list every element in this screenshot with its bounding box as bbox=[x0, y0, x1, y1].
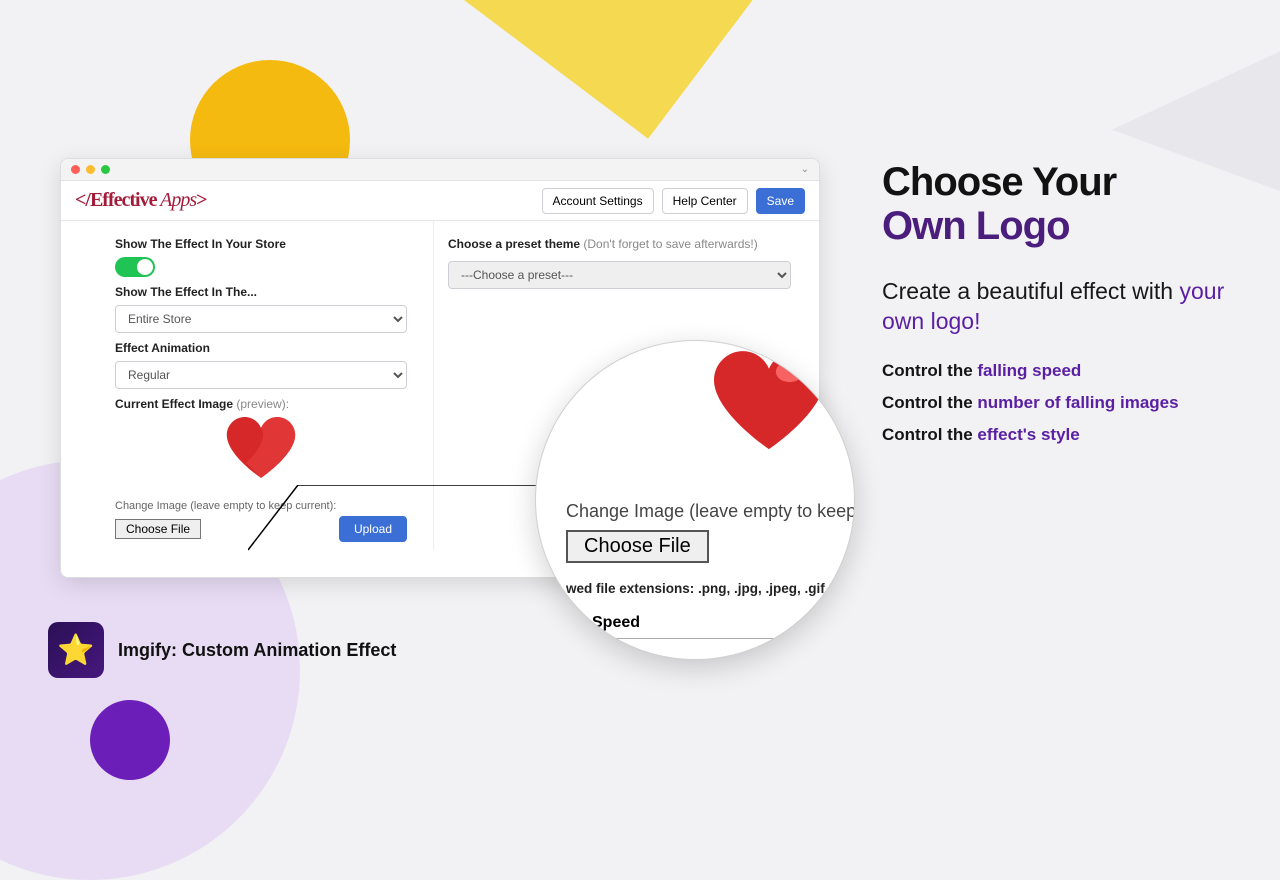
show-in-select[interactable]: Entire Store bbox=[115, 305, 407, 333]
zoom-heart-icon bbox=[714, 351, 824, 456]
zoom-lens: Change Image (leave empty to keep curren… bbox=[535, 340, 855, 660]
marketing-panel: Choose Your Own Logo Create a beautiful … bbox=[882, 160, 1262, 457]
window-maximize-icon[interactable] bbox=[101, 165, 110, 174]
bullet-list: Control the falling speed Control the nu… bbox=[882, 361, 1262, 445]
effect-animation-label: Effect Animation bbox=[115, 341, 407, 355]
upload-button[interactable]: Upload bbox=[339, 516, 407, 542]
help-center-button[interactable]: Help Center bbox=[662, 188, 748, 214]
heart-preview-icon bbox=[115, 417, 407, 484]
lead-text: Create a beautiful effect with your own … bbox=[882, 276, 1262, 337]
account-settings-button[interactable]: Account Settings bbox=[542, 188, 654, 214]
zoom-change-image-label: Change Image (leave empty to keep curren… bbox=[566, 501, 824, 522]
app-name: Imgify: Custom Animation Effect bbox=[118, 640, 396, 661]
app-toolbar: </Effective Apps> Account Settings Help … bbox=[61, 181, 819, 221]
zoom-choose-file-button[interactable]: Choose File bbox=[566, 530, 709, 563]
window-titlebar: ⌄ bbox=[61, 159, 819, 181]
current-image-label: Current Effect Image (preview): bbox=[115, 397, 407, 411]
zoom-divider bbox=[566, 638, 824, 639]
show-in-store-label: Show The Effect In Your Store bbox=[115, 237, 407, 251]
app-icon: ⭐ bbox=[48, 622, 104, 678]
chevron-down-icon[interactable]: ⌄ bbox=[801, 164, 809, 175]
zoom-speed-label: Speed bbox=[566, 614, 824, 632]
brand-logo: </Effective Apps> bbox=[75, 189, 207, 212]
bg-circle-purple-dark bbox=[90, 700, 170, 780]
window-close-icon[interactable] bbox=[71, 165, 80, 174]
headline: Choose Your Own Logo bbox=[882, 160, 1262, 248]
app-badge: ⭐ Imgify: Custom Animation Effect bbox=[48, 622, 396, 678]
window-minimize-icon[interactable] bbox=[86, 165, 95, 174]
preset-theme-select[interactable]: ---Choose a preset--- bbox=[448, 261, 791, 289]
choose-file-button[interactable]: Choose File bbox=[115, 519, 201, 539]
save-button[interactable]: Save bbox=[756, 188, 805, 214]
effect-animation-select[interactable]: Regular bbox=[115, 361, 407, 389]
preset-theme-label: Choose a preset theme (Don't forget to s… bbox=[448, 237, 791, 251]
show-in-the-label: Show The Effect In The... bbox=[115, 285, 407, 299]
show-in-store-toggle[interactable] bbox=[115, 257, 155, 277]
bg-triangle-yellow bbox=[354, 0, 905, 175]
settings-left-panel: Show The Effect In Your Store Show The E… bbox=[101, 221, 421, 550]
zoom-allowed-extensions: wed file extensions: .png, .jpg, .jpeg, … bbox=[566, 581, 824, 596]
change-image-label: Change Image (leave empty to keep curren… bbox=[115, 500, 407, 512]
